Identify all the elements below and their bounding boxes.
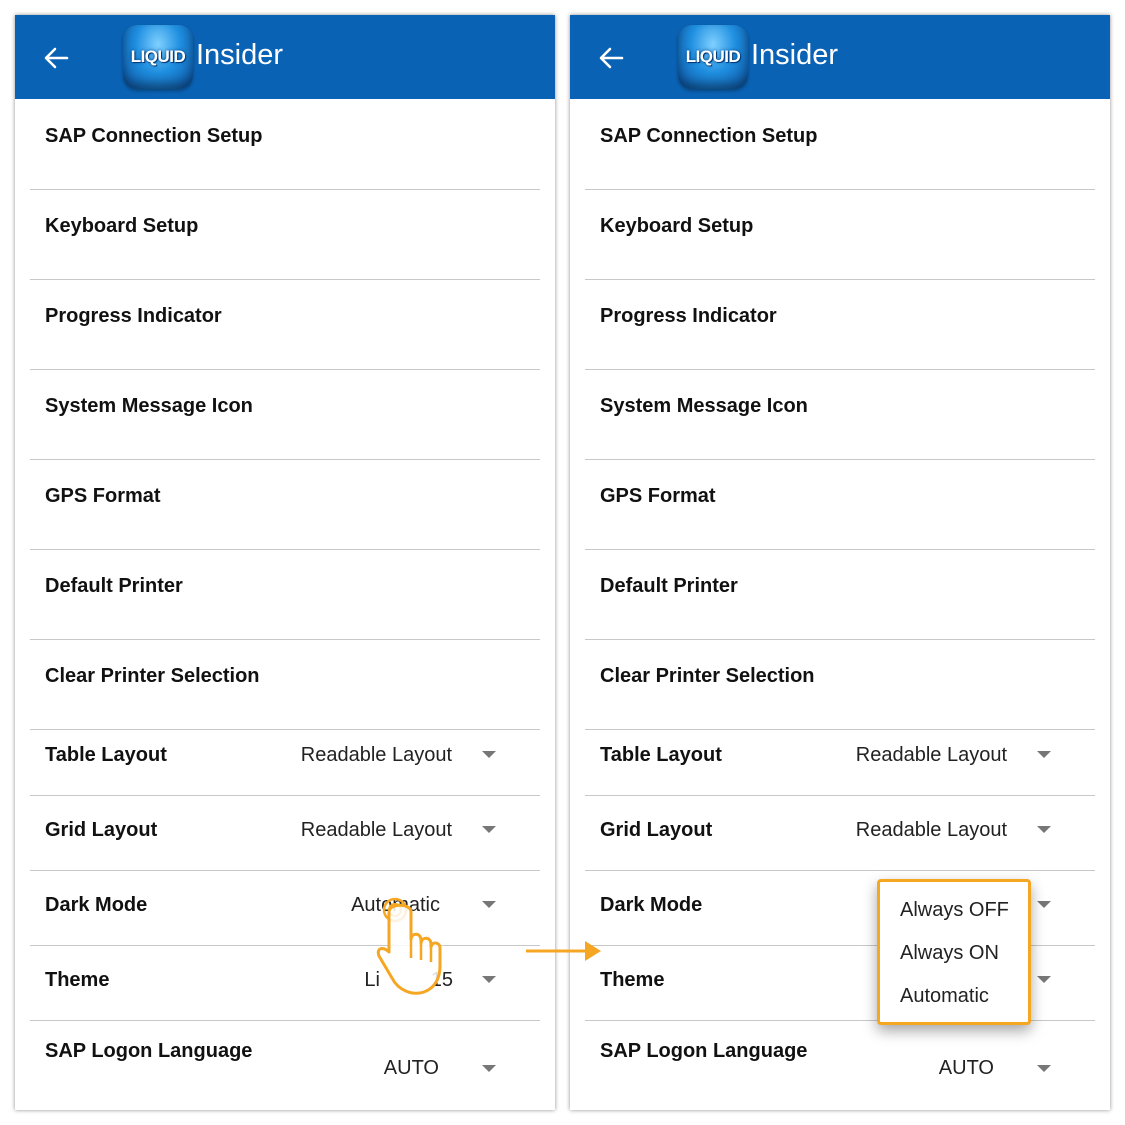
option-always-on[interactable]: Always ON <box>900 942 999 965</box>
setting-grid-layout: Grid Layout Readable Layout <box>30 795 540 871</box>
liquid-badge: LIQUID <box>123 25 193 89</box>
menu-item-label: GPS Format <box>45 485 161 507</box>
caret-down-icon[interactable] <box>1037 901 1051 908</box>
caret-down-icon[interactable] <box>1037 751 1051 758</box>
liquid-badge: LIQUID <box>678 25 748 89</box>
menu-item-label: GPS Format <box>600 485 716 507</box>
setting-label: Dark Mode <box>45 894 148 916</box>
caret-down-icon[interactable] <box>1037 826 1051 833</box>
setting-label: Table Layout <box>45 744 167 766</box>
caret-down-icon[interactable] <box>482 751 496 758</box>
sap-logon-language-select[interactable]: AUTO <box>939 1057 994 1080</box>
option-automatic[interactable]: Automatic <box>900 985 989 1008</box>
menu-item-label: System Message Icon <box>600 395 808 417</box>
menu-item-label: Clear Printer Selection <box>45 665 260 687</box>
menu-item-label: Keyboard Setup <box>45 215 199 237</box>
caret-down-icon[interactable] <box>1037 976 1051 983</box>
caret-down-icon[interactable] <box>482 826 496 833</box>
menu-item-label: Keyboard Setup <box>600 215 754 237</box>
menu-item-label: SAP Connection Setup <box>600 125 818 147</box>
setting-table-layout: Table Layout Readable Layout <box>585 720 1095 796</box>
menu-item-gps-format[interactable]: GPS Format <box>30 459 540 550</box>
menu-item-label: Default Printer <box>45 575 183 597</box>
app-header: LIQUID Insider <box>15 15 555 99</box>
option-always-off[interactable]: Always OFF <box>900 899 1009 922</box>
setting-sap-logon-language: SAP Logon Language AUTO <box>585 1020 1095 1110</box>
setting-label: Theme <box>600 969 665 991</box>
app-title: Insider <box>196 39 284 71</box>
setting-label: Dark Mode <box>600 894 703 916</box>
menu-item-keyboard-setup[interactable]: Keyboard Setup <box>585 189 1095 280</box>
setting-label: Theme <box>45 969 110 991</box>
menu-item-system-message-icon[interactable]: System Message Icon <box>30 369 540 460</box>
menu-item-system-message-icon[interactable]: System Message Icon <box>585 369 1095 460</box>
menu-item-progress-indicator[interactable]: Progress Indicator <box>30 279 540 370</box>
hand-tap-icon <box>376 897 442 995</box>
setting-theme: Theme Li 15 <box>30 945 540 1021</box>
dark-mode-dropdown-menu: Always OFF Always ON Automatic <box>877 879 1031 1025</box>
menu-item-label: Progress Indicator <box>45 305 222 327</box>
sap-logon-language-select[interactable]: AUTO <box>384 1057 439 1080</box>
grid-layout-select[interactable]: Readable Layout <box>856 819 1007 842</box>
grid-layout-select[interactable]: Readable Layout <box>301 819 452 842</box>
setting-sap-logon-language: SAP Logon Language AUTO <box>30 1020 540 1110</box>
setting-label: SAP Logon Language <box>600 1040 808 1062</box>
menu-item-keyboard-setup[interactable]: Keyboard Setup <box>30 189 540 280</box>
caret-down-icon[interactable] <box>1037 1065 1051 1072</box>
menu-item-label: SAP Connection Setup <box>45 125 263 147</box>
menu-item-sap-connection-setup[interactable]: SAP Connection Setup <box>30 99 540 190</box>
app-header: LIQUID Insider <box>570 15 1110 99</box>
menu-item-default-printer[interactable]: Default Printer <box>585 549 1095 640</box>
menu-item-label: Progress Indicator <box>600 305 777 327</box>
setting-label: SAP Logon Language <box>45 1040 253 1062</box>
menu-item-sap-connection-setup[interactable]: SAP Connection Setup <box>585 99 1095 190</box>
table-layout-select[interactable]: Readable Layout <box>301 744 452 767</box>
menu-item-clear-printer-selection[interactable]: Clear Printer Selection <box>585 639 1095 730</box>
caret-down-icon[interactable] <box>482 901 496 908</box>
arrow-right-icon <box>526 941 601 961</box>
menu-item-label: Clear Printer Selection <box>600 665 815 687</box>
caret-down-icon[interactable] <box>482 1065 496 1072</box>
menu-item-label: Default Printer <box>600 575 738 597</box>
menu-item-default-printer[interactable]: Default Printer <box>30 549 540 640</box>
menu-item-gps-format[interactable]: GPS Format <box>585 459 1095 550</box>
arrow-left-icon[interactable] <box>43 45 69 71</box>
menu-item-progress-indicator[interactable]: Progress Indicator <box>585 279 1095 370</box>
setting-grid-layout: Grid Layout Readable Layout <box>585 795 1095 871</box>
setting-table-layout: Table Layout Readable Layout <box>30 720 540 796</box>
menu-item-label: System Message Icon <box>45 395 253 417</box>
arrow-left-icon[interactable] <box>598 45 624 71</box>
setting-label: Table Layout <box>600 744 722 766</box>
setting-label: Grid Layout <box>45 819 158 841</box>
settings-screen-before: LIQUID Insider SAP Connection Setup Keyb… <box>15 15 555 1110</box>
setting-dark-mode: Dark Mode Automatic <box>30 870 540 946</box>
app-title: Insider <box>751 39 839 71</box>
caret-down-icon[interactable] <box>482 976 496 983</box>
setting-label: Grid Layout <box>600 819 713 841</box>
table-layout-select[interactable]: Readable Layout <box>856 744 1007 767</box>
menu-item-clear-printer-selection[interactable]: Clear Printer Selection <box>30 639 540 730</box>
